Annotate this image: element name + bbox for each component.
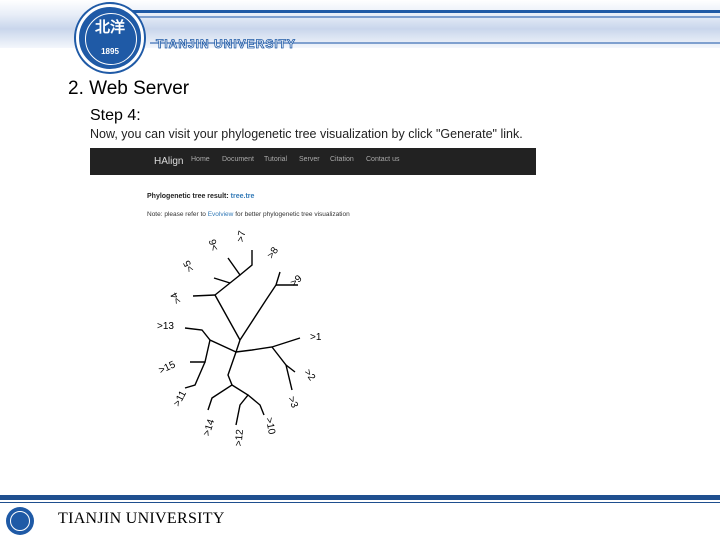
site-brand[interactable]: HAlign: [154, 156, 183, 167]
tree-file-link[interactable]: tree.tre: [231, 193, 255, 200]
note-prefix: Note: please refer to: [147, 211, 206, 218]
note-suffix: for better phylogenetic tree visualizati…: [235, 211, 350, 218]
step-title: Step 4:: [90, 107, 141, 124]
logo-text: 北洋: [94, 18, 125, 36]
university-logo: 北洋 1895: [76, 4, 144, 72]
header-university-name: TIANJIN UNIVERSITY: [156, 37, 297, 52]
leaf-label: >10: [263, 417, 277, 436]
leaf-label: >3: [285, 395, 300, 410]
evolview-link[interactable]: Evolview: [208, 211, 234, 218]
footer-rule: [0, 495, 720, 500]
footer-university-name: TIANJIN UNIVERSITY: [58, 510, 225, 527]
leaf-label: >14: [202, 418, 218, 438]
footer-seal-icon: [6, 507, 34, 535]
section-title: 2. Web Server: [68, 78, 190, 99]
tree-result: Phylogenetic tree result: tree.tre: [147, 193, 254, 200]
seal-ring: [10, 511, 30, 531]
nav-document[interactable]: Document: [222, 156, 254, 163]
leaf-label: >2: [302, 367, 318, 383]
leaf-label: >6: [207, 237, 221, 251]
leaf-label: >13: [157, 321, 174, 332]
step-description: Now, you can visit your phylogenetic tre…: [90, 127, 523, 141]
nav-citation[interactable]: Citation: [330, 156, 354, 163]
leaf-label: >7: [236, 230, 249, 244]
leaf-label: >1: [310, 332, 322, 343]
leaf-label: >4: [169, 290, 184, 306]
nav-tutorial[interactable]: Tutorial: [264, 156, 287, 163]
header-stripe: [100, 16, 720, 18]
leaf-label: >9: [289, 273, 305, 289]
phylogenetic-tree: >1 >2 >3 >4 >5 >6 >7 >8 >9 >10 >11 >12 >…: [157, 230, 322, 447]
leaf-label: >11: [172, 389, 190, 409]
logo-year: 1895: [101, 47, 119, 56]
nav-server[interactable]: Server: [299, 156, 320, 163]
leaf-label: >8: [265, 245, 281, 261]
nav-contact[interactable]: Contact us: [366, 156, 399, 163]
tree-branches: [184, 250, 301, 426]
header-stripe: [100, 10, 720, 13]
site-navbar: HAlign Home Document Tutorial Server Cit…: [90, 148, 536, 175]
nav-home[interactable]: Home: [191, 156, 210, 163]
leaf-label: >15: [157, 359, 177, 376]
tree-result-label: Phylogenetic tree result:: [147, 193, 229, 200]
evolview-note: Note: please refer to Evolview for bette…: [147, 211, 350, 218]
leaf-label: >12: [233, 428, 245, 446]
footer-rule: [0, 502, 720, 503]
leaf-label: >5: [182, 258, 197, 274]
